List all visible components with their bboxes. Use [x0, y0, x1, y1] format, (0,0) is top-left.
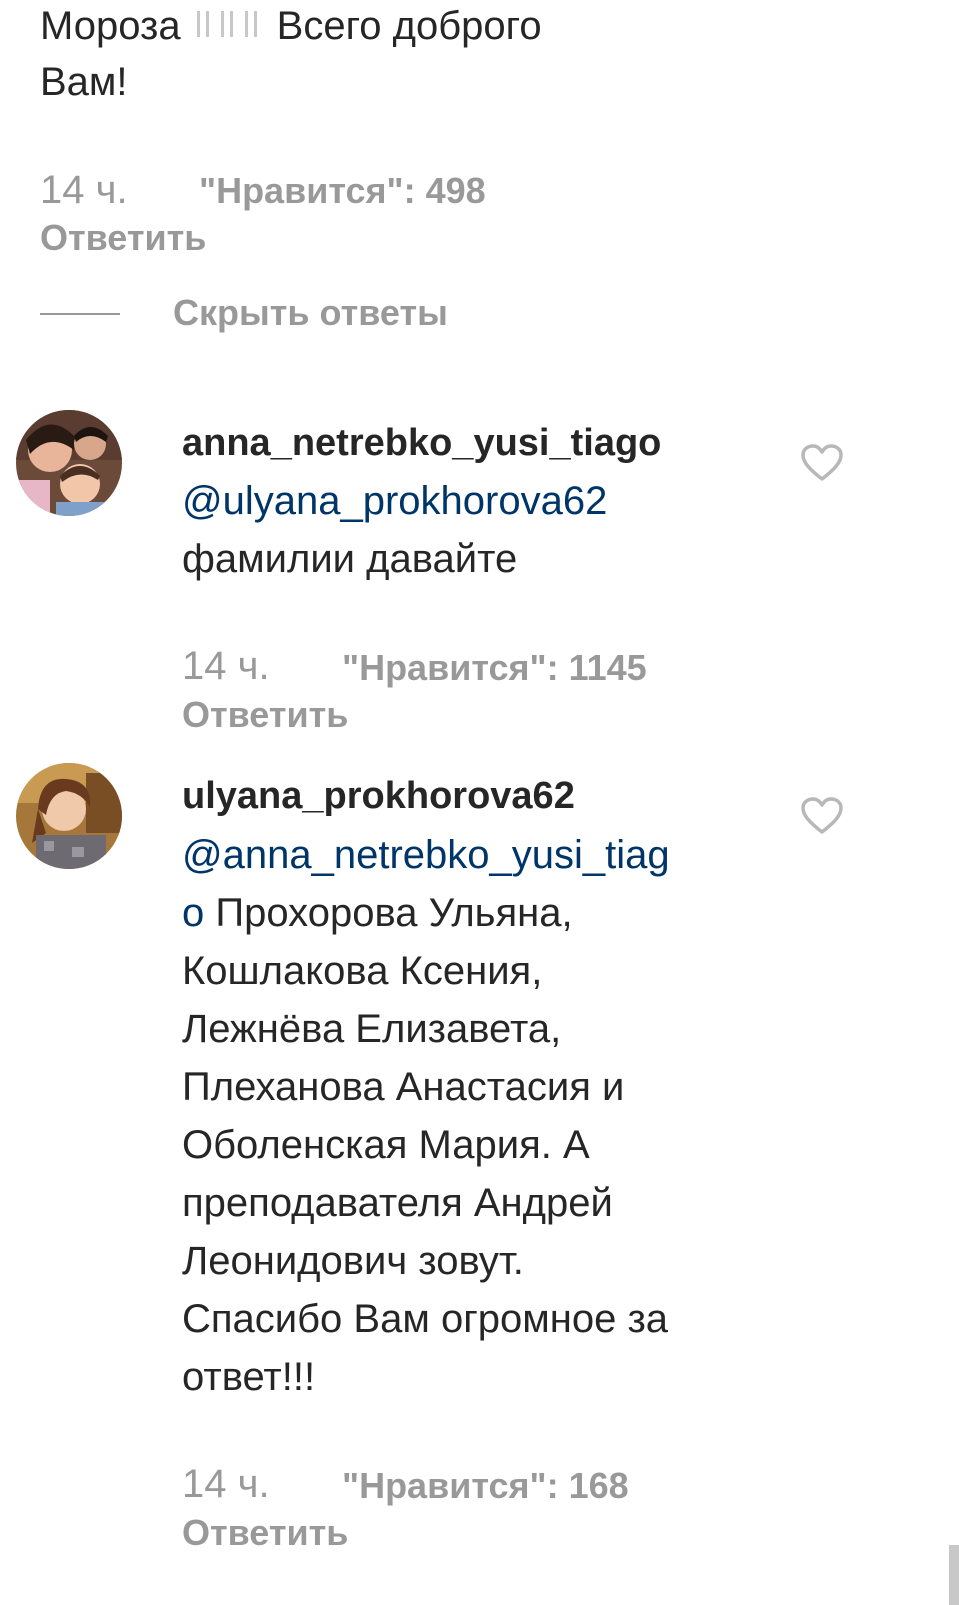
hide-replies-button[interactable]: Скрыть ответы — [173, 291, 448, 335]
comment-text-line: Плеханова Анастасия и — [182, 1065, 625, 1109]
comment-text-line: преподавателя Андрей — [182, 1181, 613, 1225]
comment-body: @ulyana_prokhorova62 фамилии давайте — [182, 472, 752, 588]
comment-reply-button[interactable]: Ответить — [182, 1513, 348, 1553]
parent-comment-text-part1: Мороза — [40, 4, 181, 48]
comment-time[interactable]: 14 ч. — [182, 1462, 270, 1506]
heart-outline-icon — [801, 444, 843, 481]
comment-text-line: ответ!!! — [182, 1355, 316, 1399]
comment-time[interactable]: 14 ч. — [182, 644, 270, 688]
avatar[interactable] — [16, 410, 122, 516]
comment-username[interactable]: anna_netrebko_yusi_tiago — [182, 420, 661, 466]
comment-text-line: Спасибо Вам огромное за — [182, 1297, 669, 1341]
comment-mention[interactable]: @ulyana_prokhorova62 — [182, 472, 752, 530]
avatar-photo — [16, 410, 122, 516]
parent-comment-text-line2: Вам! — [40, 60, 128, 104]
comment-text-line: Прохорова Ульяна, — [204, 891, 573, 935]
emoji-placeholder-icon — [196, 0, 263, 54]
comment-text: фамилии давайте — [182, 537, 518, 581]
comment-text-line: Оболенская Мария. А — [182, 1123, 590, 1167]
avatar[interactable] — [16, 763, 122, 869]
hide-replies-divider — [40, 313, 120, 315]
comment-text-line: Кошлакова Ксения, — [182, 949, 543, 993]
parent-comment-text-part2: Всего доброго — [276, 4, 542, 48]
comment-likes[interactable]: "Нравится": 168 — [342, 1464, 629, 1508]
comment-likes[interactable]: "Нравится": 1145 — [342, 646, 647, 690]
avatar-photo — [16, 763, 122, 869]
parent-comment-reply-button[interactable]: Ответить — [40, 218, 206, 258]
like-button[interactable] — [801, 444, 843, 482]
heart-outline-icon — [801, 797, 843, 834]
parent-comment-text: Мороза Всего доброго Вам! — [40, 0, 760, 118]
comment-mention-continuation[interactable]: o — [182, 891, 204, 935]
like-button[interactable] — [801, 797, 843, 835]
parent-comment-time[interactable]: 14 ч. — [40, 168, 128, 212]
comment-username[interactable]: ulyana_prokhorova62 — [182, 773, 575, 819]
comment-text-line: Лежнёва Елизавета, — [182, 1007, 562, 1051]
comment-reply-button[interactable]: Ответить — [182, 695, 348, 735]
comment-text-line: Леонидович зовут. — [182, 1239, 524, 1283]
scrollbar[interactable] — [949, 1545, 959, 1605]
parent-comment-likes[interactable]: "Нравится": 498 — [199, 169, 486, 213]
comment-body: @anna_netrebko_yusi_tiag o Прохорова Уль… — [182, 826, 752, 1406]
comment-mention[interactable]: @anna_netrebko_yusi_tiag — [182, 826, 752, 884]
